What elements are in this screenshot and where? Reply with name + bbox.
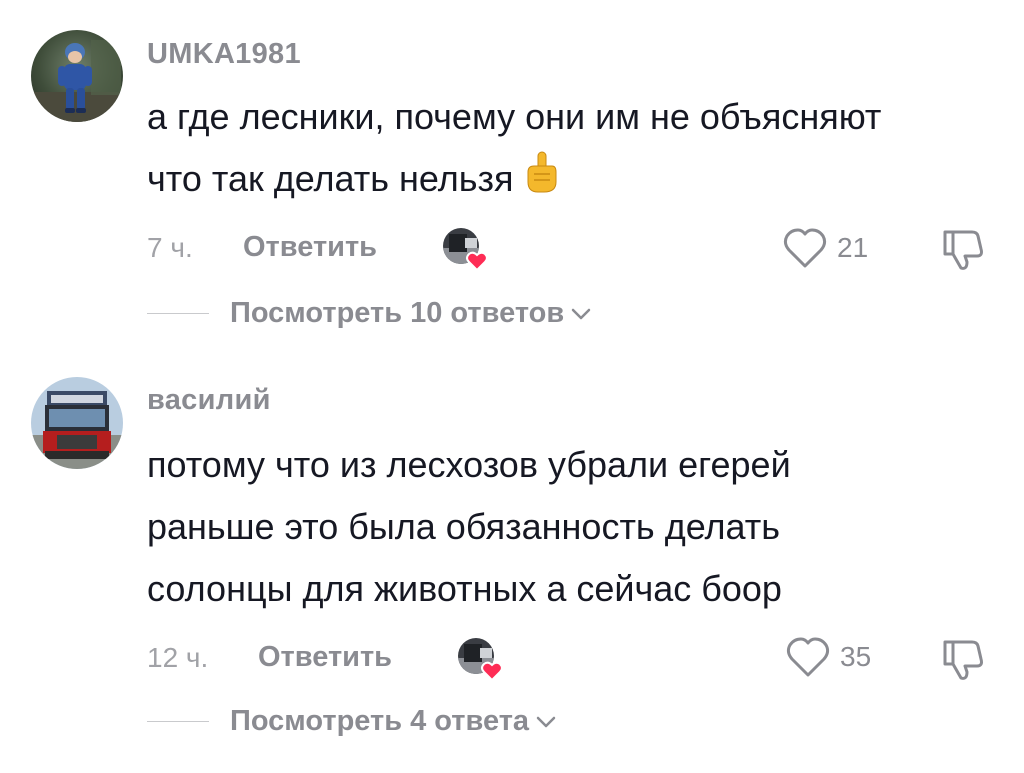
comment-username[interactable]: UMKA1981 [147, 38, 301, 71]
view-replies-divider [147, 721, 209, 722]
heart-outline-icon [786, 637, 830, 677]
creator-liked-avatar [456, 636, 503, 682]
dislike-icon [943, 640, 983, 680]
view-replies-divider [147, 313, 209, 314]
comment-text: потому что из лесхозов убрали егерей ран… [147, 434, 791, 620]
comment-text-line: солонцы для животных а сейчас боор [147, 568, 782, 609]
comment-text-line: а где лесники, почему они им не объясняю… [147, 96, 882, 137]
comment-timestamp: 12 ч. [147, 642, 209, 673]
view-replies-button[interactable]: Посмотреть 10 ответов [230, 297, 592, 330]
child-photo-avatar-image [31, 30, 123, 122]
comment-text-line: что так делать нельзя [147, 148, 881, 213]
like-button[interactable]: 35 [784, 635, 871, 679]
chevron-down-icon [571, 308, 591, 319]
view-replies-label: Посмотреть 4 ответа [230, 705, 530, 737]
reply-button[interactable]: Ответить [258, 641, 392, 674]
dislike-button[interactable] [939, 636, 987, 689]
creator-liked-heart-icon [466, 251, 488, 272]
truck-photo-avatar-image [31, 377, 123, 469]
creator-liked-heart-icon [481, 661, 503, 682]
like-count: 21 [837, 232, 869, 263]
comment-text-line: потому что из лесхозов убрали егерей [147, 444, 791, 485]
view-replies-label: Посмотреть 10 ответов [230, 297, 565, 329]
comment-username[interactable]: василий [147, 384, 271, 417]
creator-liked-avatar [441, 226, 488, 272]
avatar[interactable] [31, 377, 123, 469]
comment-text-line-content: что так делать нельзя [147, 158, 514, 199]
view-replies-button[interactable]: Посмотреть 4 ответа [230, 705, 557, 738]
like-button[interactable]: 21 [781, 226, 868, 270]
comment-text: а где лесники, почему они им не объясняю… [147, 86, 881, 213]
reply-button[interactable]: Ответить [243, 231, 377, 264]
heart-outline-icon [783, 228, 827, 268]
comment-timestamp: 7 ч. [147, 232, 193, 263]
chevron-down-icon [536, 716, 556, 727]
dislike-button[interactable] [939, 226, 987, 279]
avatar[interactable] [31, 30, 123, 122]
dislike-icon [943, 230, 983, 270]
like-count: 35 [840, 641, 872, 672]
comment-text-line: раньше это была обязанность делать [147, 506, 781, 547]
pointing-up-emoji-icon [522, 150, 562, 213]
